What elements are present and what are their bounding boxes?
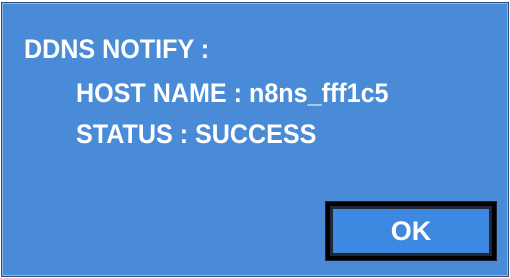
ddns-notify-dialog: DDNS NOTIFY : HOST NAME : n8ns_fff1c5 ST…: [1, 2, 509, 277]
ok-button-frame: OK: [325, 201, 497, 261]
ok-button[interactable]: OK: [330, 206, 492, 256]
dialog-title: DDNS NOTIFY :: [24, 34, 210, 64]
status-line: STATUS : SUCCESS: [76, 119, 317, 149]
host-name-line: HOST NAME : n8ns_fff1c5: [76, 78, 389, 108]
